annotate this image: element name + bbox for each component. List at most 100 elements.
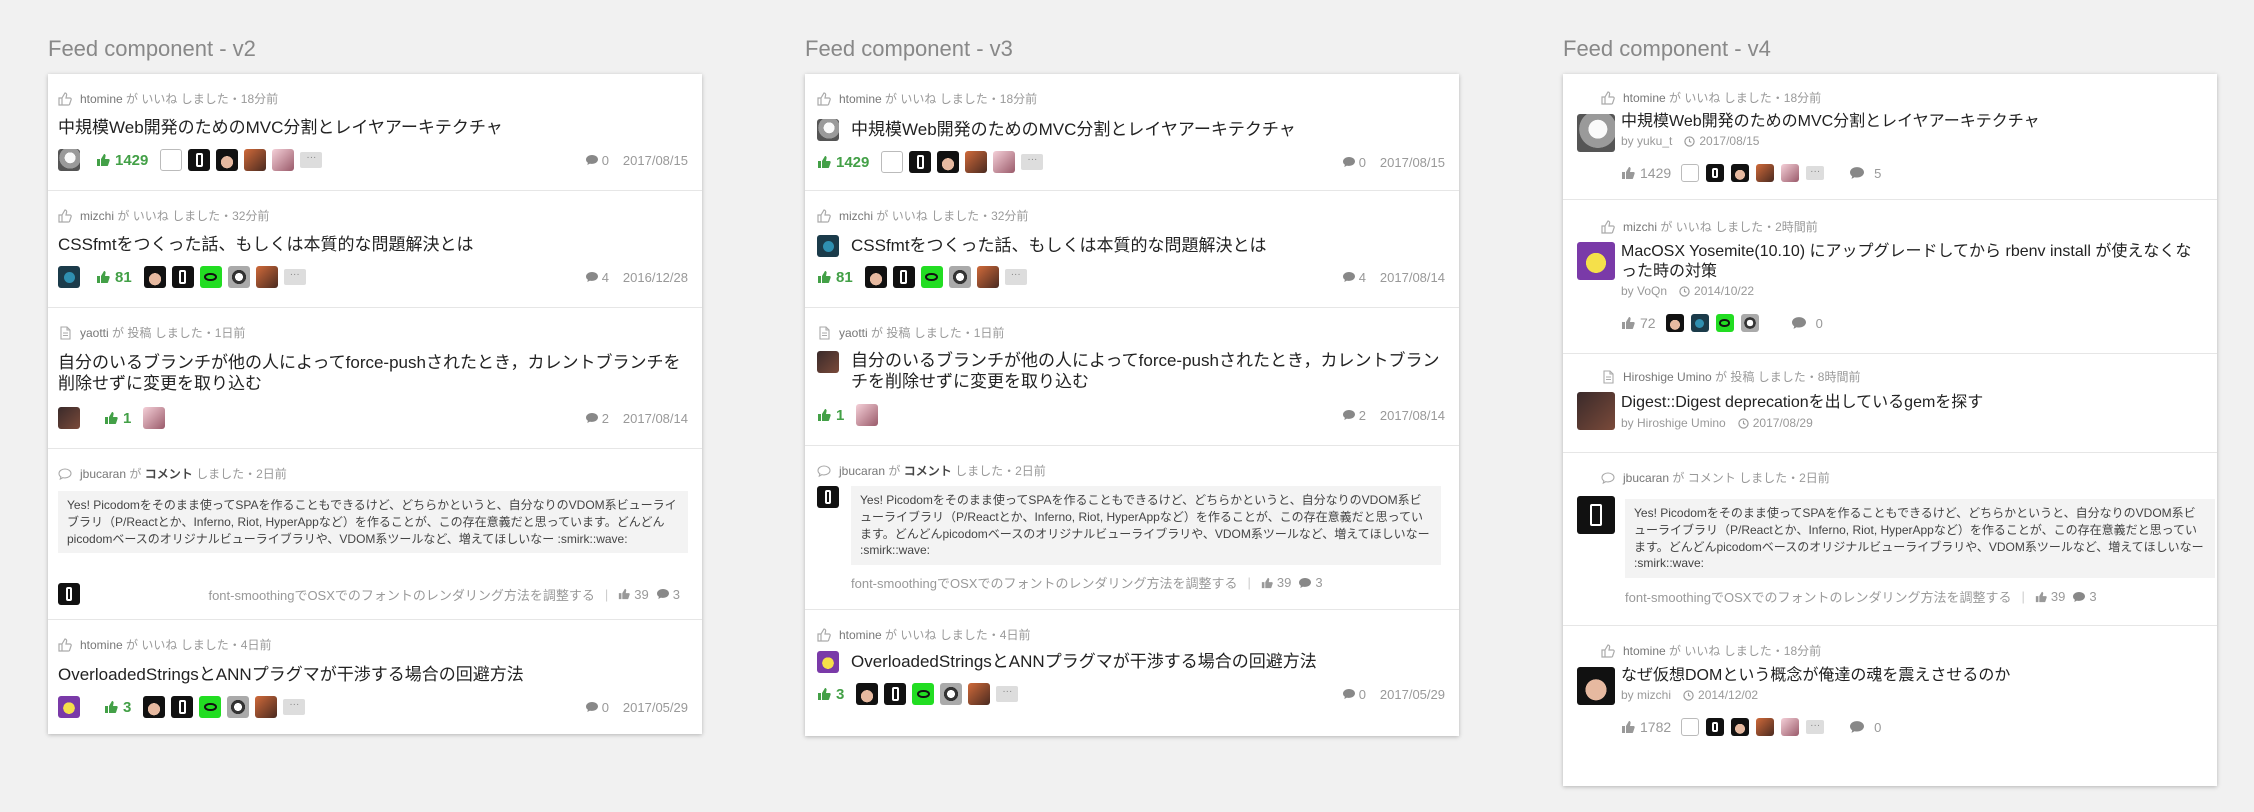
more-likers-button[interactable]: ··· xyxy=(1806,720,1825,734)
article-title[interactable]: 中規模Web開発のためのMVC分割とレイヤアーキテクチャ xyxy=(1621,112,2205,132)
actor-name[interactable]: mizchi xyxy=(839,209,873,223)
like-count[interactable]: 1 xyxy=(104,410,131,427)
user-avatar[interactable] xyxy=(1756,718,1775,736)
author-name[interactable]: by Hiroshige Umino xyxy=(1621,416,1726,430)
more-likers-button[interactable]: ··· xyxy=(996,686,1019,702)
comment-count[interactable]: 0 xyxy=(1342,155,1366,170)
user-avatar[interactable] xyxy=(881,151,904,173)
user-avatar[interactable] xyxy=(143,266,166,288)
comment-count[interactable]: 0 xyxy=(585,153,609,168)
actor-name[interactable]: mizchi xyxy=(1623,220,1657,234)
actor-name[interactable]: jbucaran xyxy=(80,467,126,481)
like-count[interactable]: 1782 xyxy=(1621,719,1671,735)
user-avatar[interactable] xyxy=(1731,164,1750,182)
actor-name[interactable]: htomine xyxy=(80,638,123,652)
referenced-article-title[interactable]: font-smoothingでOSXでのフォントのレンダリング方法を調整する xyxy=(851,573,1237,592)
user-avatar[interactable] xyxy=(1706,164,1725,182)
comment-count[interactable]: 0 xyxy=(585,700,609,715)
user-avatar[interactable] xyxy=(1731,718,1750,736)
article-title[interactable]: CSSfmtをつくった話、もしくは本質的な問題解決とは xyxy=(851,235,1447,256)
comment-count[interactable]: 4 xyxy=(1342,270,1366,285)
comment-count[interactable]: 2 xyxy=(585,411,609,426)
like-count[interactable]: 72 xyxy=(1621,315,1656,331)
user-avatar[interactable] xyxy=(965,151,988,173)
user-avatar[interactable] xyxy=(1681,718,1700,736)
actor-name[interactable]: jbucaran xyxy=(839,464,885,478)
article-title[interactable]: MacOSX Yosemite(10.10) にアップグレードしてから rben… xyxy=(1621,242,2205,282)
actor-name[interactable]: htomine xyxy=(1623,644,1666,658)
comment-count[interactable]: 4 xyxy=(585,270,609,285)
user-avatar[interactable] xyxy=(884,683,907,705)
user-avatar[interactable] xyxy=(143,696,166,718)
user-avatar[interactable] xyxy=(993,151,1016,173)
user-avatar[interactable] xyxy=(856,404,879,426)
like-count[interactable]: 3 xyxy=(817,686,844,703)
user-avatar[interactable] xyxy=(1740,314,1759,332)
user-avatar[interactable] xyxy=(909,151,932,173)
article-title[interactable]: 中規模Web開発のためのMVC分割とレイヤアーキテクチャ xyxy=(58,117,688,138)
author-avatar[interactable] xyxy=(58,266,80,288)
author-avatar[interactable] xyxy=(58,149,80,171)
user-avatar[interactable] xyxy=(1781,164,1800,182)
user-avatar[interactable] xyxy=(160,149,183,171)
user-avatar[interactable] xyxy=(171,696,194,718)
user-avatar[interactable] xyxy=(1690,314,1709,332)
like-count[interactable]: 81 xyxy=(96,269,132,286)
user-avatar[interactable] xyxy=(1706,718,1725,736)
article-title[interactable]: OverloadedStringsとANNプラグマが干渉する場合の回避方法 xyxy=(58,664,688,685)
commenter-avatar[interactable] xyxy=(817,486,839,508)
article-title[interactable]: 中規模Web開発のためのMVC分割とレイヤアーキテクチャ xyxy=(851,119,1447,140)
user-avatar[interactable] xyxy=(976,266,999,288)
author-name[interactable]: by yuku_t xyxy=(1621,134,1672,148)
article-title[interactable]: 自分のいるブランチが他の人によってforce-pushされたとき，カレントブラン… xyxy=(851,350,1447,393)
author-avatar[interactable] xyxy=(1577,392,1615,430)
user-avatar[interactable] xyxy=(1756,164,1775,182)
referenced-article-title[interactable]: font-smoothingでOSXでのフォントのレンダリング方法を調整する xyxy=(208,585,594,604)
comment-count[interactable]: 0 xyxy=(1791,316,1823,331)
user-avatar[interactable] xyxy=(1681,164,1700,182)
user-avatar[interactable] xyxy=(892,266,915,288)
user-avatar[interactable] xyxy=(227,696,250,718)
user-avatar[interactable] xyxy=(864,266,887,288)
actor-name[interactable]: htomine xyxy=(839,628,882,642)
author-avatar[interactable] xyxy=(1577,242,1615,280)
author-avatar[interactable] xyxy=(817,651,839,673)
user-avatar[interactable] xyxy=(968,683,991,705)
user-avatar[interactable] xyxy=(255,696,278,718)
comment-count[interactable]: 0 xyxy=(1342,687,1366,702)
user-avatar[interactable] xyxy=(937,151,960,173)
like-count[interactable]: 3 xyxy=(104,699,131,716)
article-title[interactable]: なぜ仮想DOMという概念が俺達の魂を震えさせるのか xyxy=(1621,666,2205,686)
user-avatar[interactable] xyxy=(255,266,278,288)
actor-name[interactable]: mizchi xyxy=(80,209,114,223)
commenter-avatar[interactable] xyxy=(1577,496,1615,534)
user-avatar[interactable] xyxy=(1781,718,1800,736)
article-title[interactable]: CSSfmtをつくった話、もしくは本質的な問題解決とは xyxy=(58,234,688,255)
like-count[interactable]: 1429 xyxy=(96,152,148,169)
actor-name[interactable]: htomine xyxy=(80,92,123,106)
user-avatar[interactable] xyxy=(1715,314,1734,332)
comment-count[interactable]: 2 xyxy=(1342,408,1366,423)
more-likers-button[interactable]: ··· xyxy=(1806,166,1825,180)
actor-name[interactable]: yaotti xyxy=(80,326,109,340)
author-avatar[interactable] xyxy=(817,351,839,373)
like-count[interactable]: 1429 xyxy=(817,154,869,171)
author-avatar[interactable] xyxy=(1577,667,1615,705)
actor-name[interactable]: htomine xyxy=(1623,91,1666,105)
author-name[interactable]: by VoQn xyxy=(1621,284,1667,298)
more-likers-button[interactable]: ··· xyxy=(283,269,306,285)
author-name[interactable]: by mizchi xyxy=(1621,688,1671,702)
user-avatar[interactable] xyxy=(227,266,250,288)
more-likers-button[interactable]: ··· xyxy=(300,152,323,168)
user-avatar[interactable] xyxy=(948,266,971,288)
commenter-avatar[interactable] xyxy=(58,583,80,605)
user-avatar[interactable] xyxy=(216,149,239,171)
actor-name[interactable]: Hiroshige Umino xyxy=(1623,370,1712,384)
user-avatar[interactable] xyxy=(199,696,222,718)
user-avatar[interactable] xyxy=(1665,314,1684,332)
comment-count[interactable]: 5 xyxy=(1850,166,1881,181)
like-count[interactable]: 1429 xyxy=(1621,165,1671,181)
user-avatar[interactable] xyxy=(171,266,194,288)
author-avatar[interactable] xyxy=(58,696,80,718)
user-avatar[interactable] xyxy=(912,683,935,705)
